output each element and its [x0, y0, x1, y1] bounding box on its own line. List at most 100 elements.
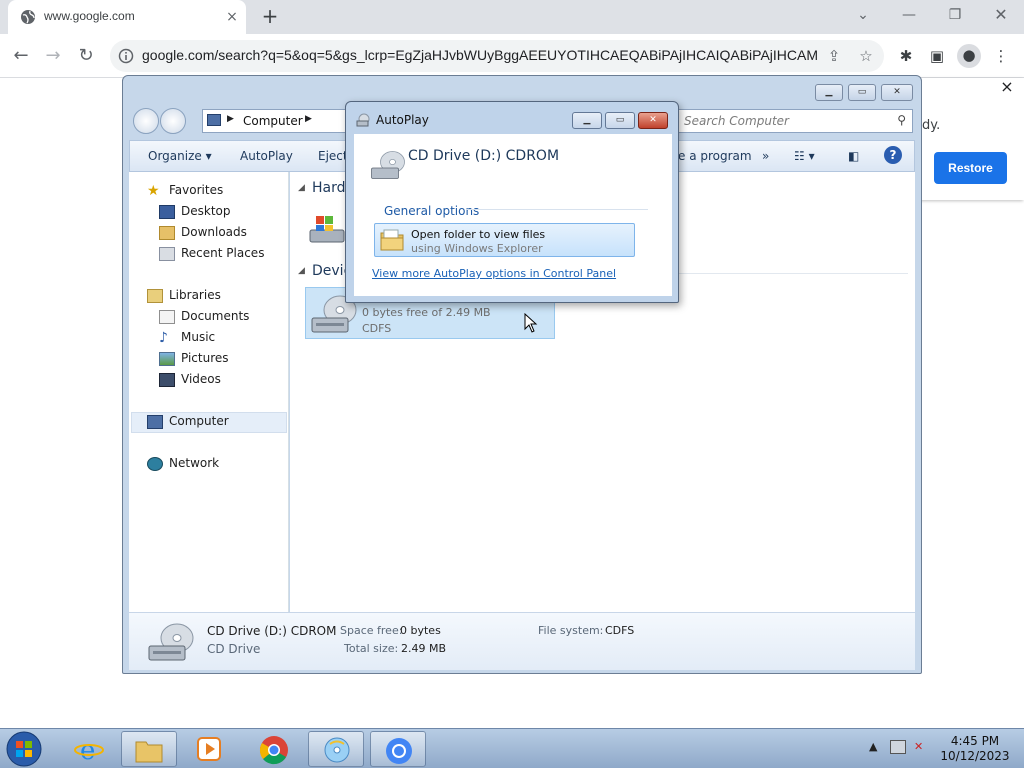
eject-button[interactable]: Eject: [318, 149, 348, 163]
taskbar-internet-explorer[interactable]: e: [62, 731, 118, 767]
organize-button[interactable]: Organize ▾: [148, 149, 212, 163]
total-size-label: Total size:: [344, 642, 399, 655]
taskbar-chrome[interactable]: [246, 731, 302, 767]
breadcrumb-arrow-icon[interactable]: ▶: [227, 114, 234, 124]
details-type: CD Drive: [207, 642, 261, 656]
autoplay-button[interactable]: AutoPlay: [240, 149, 293, 163]
autoplay-maximize-icon[interactable]: ▭: [605, 112, 635, 129]
preview-pane-icon[interactable]: ◧: [848, 149, 859, 163]
nav-network[interactable]: Network: [147, 453, 219, 473]
group-divider: [678, 273, 908, 274]
share-icon[interactable]: ⇪: [824, 46, 844, 66]
nav-libraries[interactable]: Libraries: [147, 285, 221, 305]
nav-pictures[interactable]: Pictures: [159, 348, 229, 368]
autoplay-close-icon[interactable]: ✕: [638, 112, 668, 129]
downloads-folder-icon: [159, 225, 175, 240]
taskbar: e ▲ ✕ 4:45 PM 10/12/2023: [0, 728, 1024, 768]
more-commands-button[interactable]: »: [762, 149, 769, 163]
uninstall-program-button[interactable]: e a program: [678, 149, 752, 163]
address-bar[interactable]: google.com/search?q=5&oq=5&gs_lcrp=EgZja…: [110, 40, 884, 72]
start-button-icon[interactable]: [4, 730, 44, 768]
open-folder-option[interactable]: Open folder to view files using Windows …: [374, 223, 635, 257]
notification-text: dy.: [922, 118, 941, 133]
nav-recent-places[interactable]: Recent Places: [159, 243, 264, 263]
computer-icon: [207, 114, 221, 126]
explorer-close-icon[interactable]: ✕: [881, 84, 913, 101]
control-panel-link[interactable]: View more AutoPlay options in Control Pa…: [372, 267, 616, 280]
restore-notification: × dy. Restore: [920, 78, 1024, 200]
network-disconnected-icon[interactable]: ✕: [914, 740, 923, 753]
minimize-icon[interactable]: —: [894, 5, 924, 25]
collapse-arrow-icon[interactable]: ◢: [298, 183, 305, 193]
svg-text:e: e: [80, 736, 95, 763]
nav-documents[interactable]: Documents: [159, 306, 249, 326]
cd-drive-icon: [371, 151, 405, 179]
nav-music[interactable]: ♪ Music: [159, 327, 215, 347]
filesystem-value: CDFS: [605, 624, 635, 637]
nav-downloads[interactable]: Downloads: [159, 222, 247, 242]
cd-drive-icon: [148, 623, 194, 661]
restore-window-icon[interactable]: ❐: [940, 5, 970, 25]
nav-favorites[interactable]: ★ Favorites: [147, 180, 223, 200]
new-tab-button[interactable]: +: [258, 5, 282, 29]
music-icon: ♪: [159, 329, 168, 346]
media-player-icon: [197, 737, 221, 761]
space-free-value: 0 bytes: [400, 624, 441, 637]
explorer-maximize-icon[interactable]: ▭: [848, 84, 876, 101]
close-window-icon[interactable]: ✕: [986, 5, 1016, 25]
explorer-back-icon[interactable]: [133, 108, 159, 134]
clock-date: 10/12/2023: [940, 749, 1010, 763]
filesystem-label: File system:: [538, 624, 604, 637]
taskbar-media-player[interactable]: [182, 731, 238, 767]
cd-filesystem: CDFS: [362, 322, 392, 335]
show-hidden-icons-icon[interactable]: ▲: [869, 740, 877, 753]
details-pane: CD Drive (D:) CDROM CD Drive Space free:…: [129, 612, 915, 670]
reload-icon[interactable]: ↻: [73, 43, 99, 69]
action-center-icon[interactable]: [890, 740, 906, 754]
tab-search-chevron-icon[interactable]: ⌄: [848, 5, 878, 25]
info-icon[interactable]: [118, 48, 134, 64]
profile-avatar-icon[interactable]: ●: [957, 44, 981, 68]
change-view-icon[interactable]: ☷ ▾: [794, 149, 815, 163]
browser-tab[interactable]: www.google.com ×: [8, 0, 246, 34]
back-arrow-icon[interactable]: ←: [8, 43, 34, 69]
autoplay-caption: AutoPlay: [376, 113, 429, 127]
windows-drive-icon[interactable]: [308, 212, 348, 246]
explorer-forward-icon[interactable]: [160, 108, 186, 134]
folder-icon: [380, 229, 404, 251]
internet-explorer-icon: e: [74, 736, 104, 763]
nav-desktop[interactable]: Desktop: [159, 201, 231, 221]
mouse-cursor-icon: [524, 313, 538, 333]
total-size-value: 2.49 MB: [401, 642, 447, 655]
taskbar-windows-explorer[interactable]: [121, 731, 177, 767]
help-icon[interactable]: ?: [884, 146, 902, 164]
menu-kebab-icon[interactable]: ⋮: [990, 45, 1012, 67]
nav-computer[interactable]: Computer: [147, 411, 229, 431]
breadcrumb-arrow-icon[interactable]: ▶: [305, 114, 312, 124]
system-clock[interactable]: 4:45 PM 10/12/2023: [940, 734, 1010, 764]
browser-tab-strip: www.google.com × + ⌄ — ❐ ✕: [0, 0, 1024, 34]
search-placeholder: Search Computer: [684, 114, 789, 128]
autoplay-minimize-icon[interactable]: ▁: [572, 112, 602, 129]
explorer-minimize-icon[interactable]: ▁: [815, 84, 843, 101]
extensions-icon[interactable]: ✱: [895, 45, 917, 67]
clock-time: 4:45 PM: [950, 734, 1000, 748]
tab-close-icon[interactable]: ×: [223, 8, 241, 26]
bookmark-star-icon[interactable]: ☆: [856, 46, 876, 66]
side-panel-icon[interactable]: ▣: [926, 45, 948, 67]
search-icon[interactable]: ⚲: [897, 113, 906, 127]
collapse-arrow-icon[interactable]: ◢: [298, 266, 305, 276]
taskbar-chrome-window[interactable]: [370, 731, 426, 767]
option-title: Open folder to view files: [411, 228, 546, 241]
forward-arrow-icon[interactable]: →: [40, 43, 66, 69]
breadcrumb-computer[interactable]: Computer: [243, 114, 303, 128]
autoplay-dialog: AutoPlay ▁ ▭ ✕ CD Drive (D:) CDROM Gener…: [345, 101, 679, 303]
explorer-search-input[interactable]: Search Computer ⚲: [677, 109, 913, 133]
nav-videos[interactable]: Videos: [159, 369, 221, 389]
taskbar-autoplay[interactable]: [308, 731, 364, 767]
pictures-icon: [159, 351, 175, 366]
notification-close-icon[interactable]: ×: [998, 78, 1016, 96]
option-subtitle: using Windows Explorer: [411, 242, 543, 255]
network-icon: [147, 456, 163, 471]
restore-button[interactable]: Restore: [934, 152, 1007, 184]
